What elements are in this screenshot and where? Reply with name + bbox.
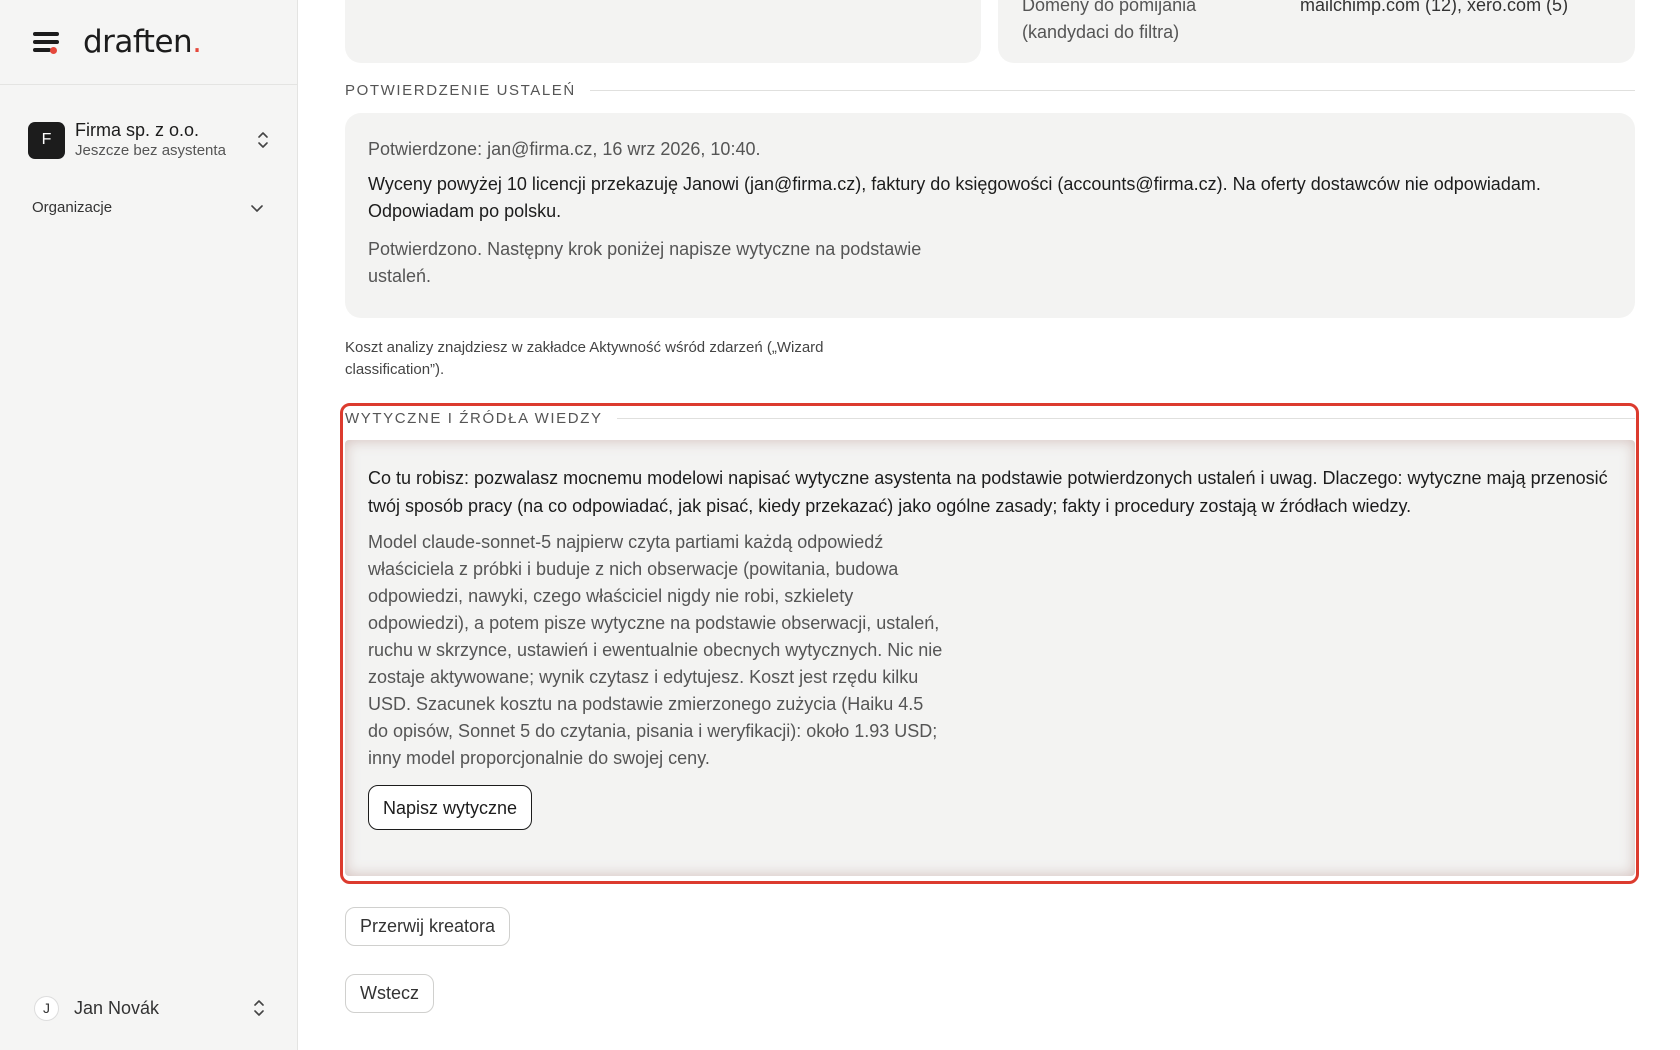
chevron-updown-icon — [256, 130, 270, 150]
user-avatar: J — [34, 995, 59, 1021]
org-avatar: F — [28, 121, 65, 159]
sidebar-header: draften. — [0, 0, 297, 85]
guidelines-section-title: WYTYCZNE I ŹRÓDŁA WIEDZY — [345, 410, 1635, 427]
summary-card-left — [345, 0, 981, 63]
skip-domains-value: mailchimp.com (12), xero.com (5) — [1300, 0, 1569, 15]
confirmation-section-title: POTWIERDZENIE USTALEŃ — [345, 82, 1635, 99]
menu-icon[interactable] — [33, 31, 59, 54]
org-name: Firma sp. z o.o. — [75, 120, 200, 140]
user-name: Jan Novák — [74, 997, 160, 1018]
confirmation-text: Wyceny powyżej 10 licencji przekazuję Ja… — [368, 174, 1541, 221]
write-guidelines-button[interactable]: Napisz wytyczne — [368, 785, 533, 830]
abort-wizard-button[interactable]: Przerwij kreatora — [345, 907, 511, 946]
organizations-label: Organizacje — [32, 199, 113, 216]
guidelines-lead: Co tu robisz: pozwalasz mocnemu modelowi… — [368, 468, 1608, 516]
org-switcher[interactable]: F Firma sp. z o.o. Jeszcze bez asystenta — [28, 115, 270, 165]
chevron-updown-icon — [252, 998, 266, 1018]
cost-note: Koszt analizy znajdziesz w zakładce Akty… — [345, 339, 824, 378]
back-button[interactable]: Wstecz — [345, 974, 435, 1013]
confirmation-next-step: Potwierdzono. Następny krok poniżej napi… — [368, 239, 922, 286]
guidelines-card: Co tu robisz: pozwalasz mocnemu modelowi… — [345, 440, 1635, 876]
user-menu[interactable]: J Jan Novák — [34, 994, 266, 1022]
confirmation-card: Potwierdzone: jan@firma.cz, 16 wrz 2026,… — [345, 113, 1635, 318]
skip-domains-label: Domeny do pomijania (kandydaci do filtra… — [1022, 0, 1197, 42]
organizations-section-toggle[interactable]: Organizacje — [32, 199, 264, 216]
summary-card-right: Domeny do pomijania (kandydaci do filtra… — [998, 0, 1635, 63]
app-logo[interactable]: draften. — [83, 24, 202, 60]
org-subtitle: Jeszcze bez asystenta — [75, 142, 226, 159]
guidelines-body: Model claude-sonnet-5 najpierw czyta par… — [368, 532, 943, 768]
confirmation-meta: Potwierdzone: jan@firma.cz, 16 wrz 2026,… — [368, 139, 761, 159]
sidebar: draften. F Firma sp. z o.o. Jeszcze bez … — [0, 0, 298, 1050]
chevron-down-icon — [251, 204, 263, 212]
